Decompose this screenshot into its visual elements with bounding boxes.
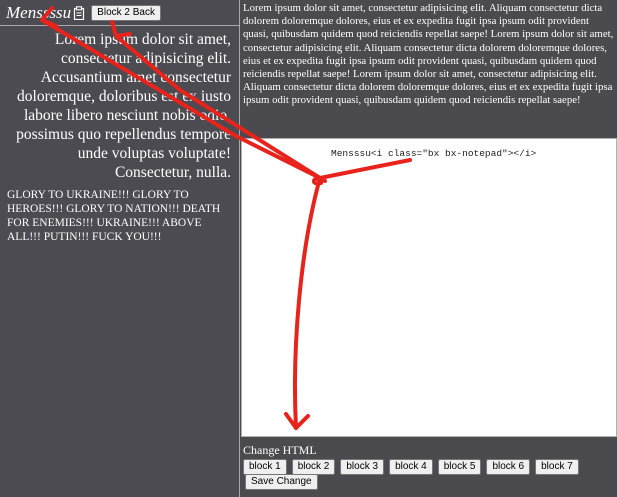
block-4-button[interactable]: block 4 xyxy=(389,459,433,475)
block-2-button[interactable]: block 2 xyxy=(291,459,336,475)
block-7-button[interactable]: block 7 xyxy=(535,459,579,475)
block-2-back-button[interactable]: Block 2 Back xyxy=(91,4,161,21)
left-panel: Menssssu Block 2 Back Lorem ipsum dolor … xyxy=(0,0,240,497)
left-header: Menssssu Block 2 Back xyxy=(0,0,239,26)
block-1-button[interactable]: block 1 xyxy=(243,459,287,475)
block-3-button[interactable]: block 3 xyxy=(340,459,385,475)
block-6-button[interactable]: block 6 xyxy=(486,459,531,475)
save-change-button[interactable]: Save Change xyxy=(245,474,318,490)
right-panel: Lorem ipsum dolor sit amet, consectetur … xyxy=(241,0,617,497)
left-caps-text: GLORY TO UKRAINE!!! GLORY TO HEROES!!! G… xyxy=(7,189,221,243)
block-5-button[interactable]: block 5 xyxy=(437,459,482,475)
change-html-label: Change HTML xyxy=(243,443,317,457)
block-buttons: block 1 block 2 block 3 block 4 block 5 … xyxy=(243,459,579,475)
left-paragraph: Lorem ipsum dolor sit amet, consectetur … xyxy=(16,31,231,181)
notepad-icon xyxy=(73,5,85,20)
right-paragraph: Lorem ipsum dolor sit amet, consectetur … xyxy=(243,2,614,107)
html-editor-textarea[interactable]: Mensssu<i class="bx bx-notepad"></i> xyxy=(241,138,617,437)
page-title: Menssssu xyxy=(6,2,72,22)
